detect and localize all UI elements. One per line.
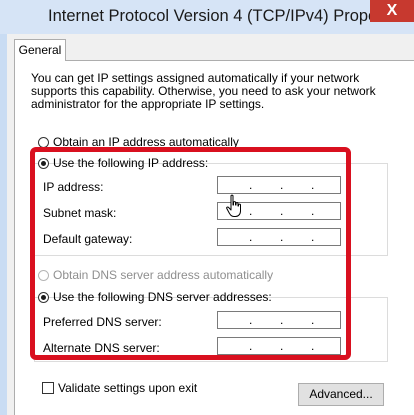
obtain-dns-automatically-radio[interactable]: Obtain DNS server address automatically	[38, 268, 273, 282]
preferred-dns-value: ...	[249, 313, 315, 327]
window-title: Internet Protocol Version 4 (TCP/IPv4) P…	[48, 7, 409, 25]
advanced-button[interactable]: Advanced...	[298, 383, 384, 406]
subnet-mask-label: Subnet mask:	[43, 206, 117, 220]
hand-pointer-icon	[225, 194, 245, 223]
use-following-dns-radio[interactable]: Use the following DNS server addresses:	[38, 290, 272, 304]
use-following-ip-radio[interactable]: Use the following IP address:	[38, 156, 208, 170]
ip-address-input[interactable]: ...	[217, 176, 341, 194]
obtain-dns-automatically-label: Obtain DNS server address automatically	[53, 268, 274, 282]
ip-address-value: ...	[249, 178, 315, 192]
validate-settings-checkbox[interactable]: Validate settings upon exit	[42, 381, 197, 395]
tab-general[interactable]: General	[14, 39, 66, 61]
alternate-dns-value: ...	[249, 339, 315, 353]
radio-disabled-icon	[38, 270, 49, 281]
preferred-dns-label: Preferred DNS server:	[43, 315, 162, 329]
default-gateway-value: ...	[249, 230, 315, 244]
radio-unselected-icon	[38, 137, 49, 148]
close-icon: X	[386, 2, 398, 19]
info-text: You can get IP settings assigned automat…	[31, 71, 376, 111]
alternate-dns-input[interactable]: ...	[217, 337, 341, 355]
use-following-ip-label: Use the following IP address:	[53, 156, 209, 170]
radio-selected-icon	[38, 292, 49, 303]
obtain-ip-automatically-radio[interactable]: Obtain an IP address automatically	[38, 135, 239, 149]
title-bar[interactable]: Internet Protocol Version 4 (TCP/IPv4) P…	[0, 0, 414, 34]
obtain-ip-automatically-label: Obtain an IP address automatically	[53, 135, 239, 149]
dialog-window: Internet Protocol Version 4 (TCP/IPv4) P…	[0, 0, 414, 415]
use-following-dns-label: Use the following DNS server addresses:	[53, 290, 272, 304]
default-gateway-label: Default gateway:	[43, 232, 133, 246]
checkbox-unchecked-icon	[42, 382, 54, 394]
preferred-dns-input[interactable]: ...	[217, 311, 341, 329]
ip-address-label: IP address:	[43, 180, 104, 194]
close-button[interactable]: X	[370, 0, 414, 22]
alternate-dns-label: Alternate DNS server:	[43, 341, 160, 355]
radio-selected-icon	[38, 158, 49, 169]
validate-settings-label: Validate settings upon exit	[58, 381, 198, 395]
default-gateway-input[interactable]: ...	[217, 228, 341, 246]
